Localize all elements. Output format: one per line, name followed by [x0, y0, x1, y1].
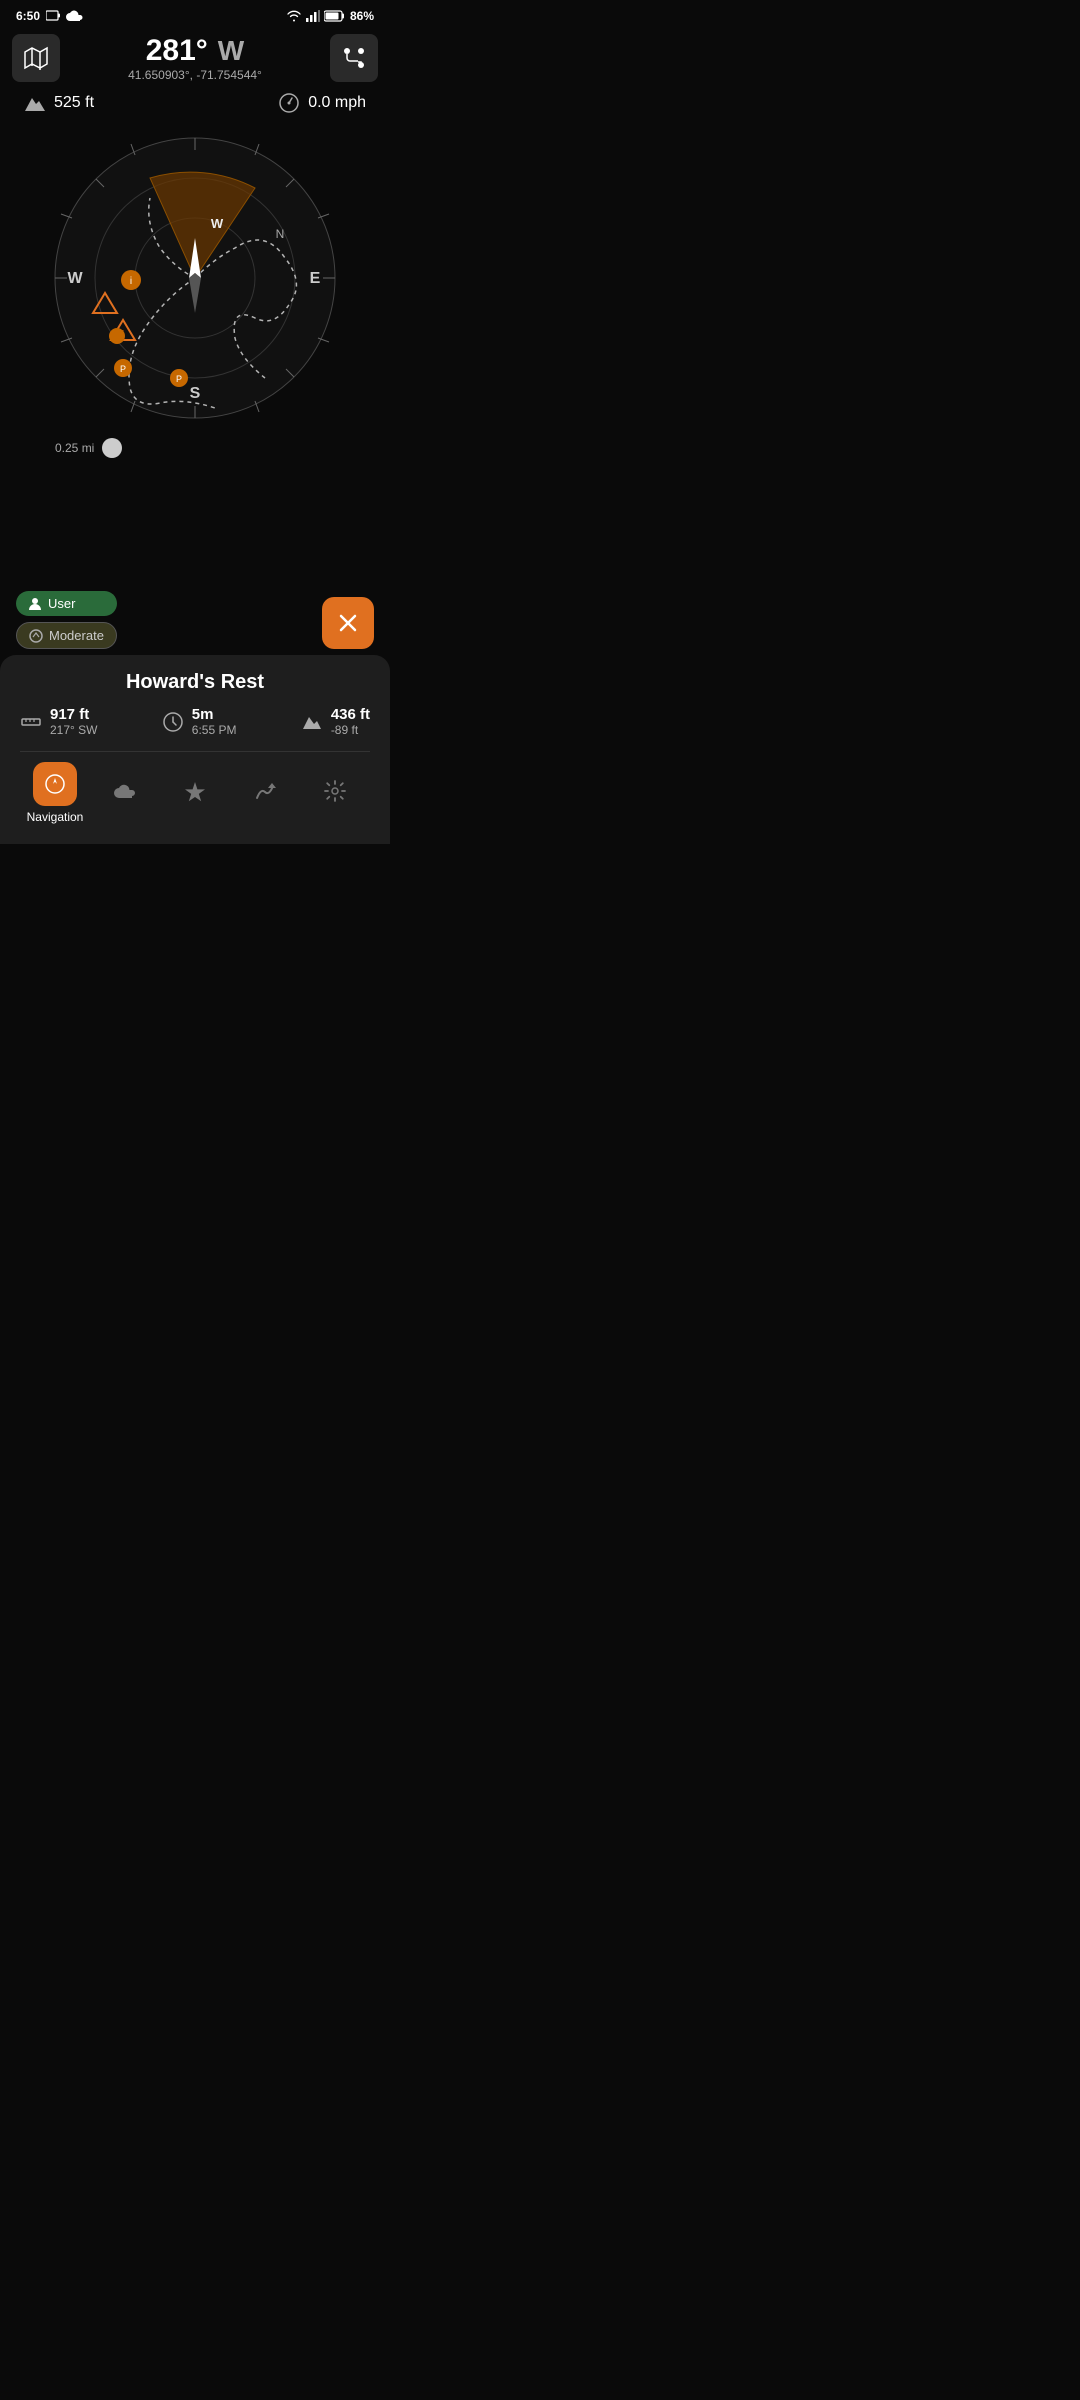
- route-icon: [341, 45, 367, 71]
- panel-stats: 917 ft 217° SW 5m 6:55 PM 436 ft -89 f: [20, 706, 370, 751]
- nav-settings-icon-wrap: [313, 769, 357, 813]
- svg-text:W: W: [67, 270, 83, 287]
- eta-value: 5m: [192, 706, 237, 723]
- heading-block: 281° W 41.650903°, -71.754544°: [128, 34, 262, 82]
- eta-info: 5m 6:55 PM: [192, 706, 237, 737]
- panel-title: Howard's Rest: [20, 671, 370, 694]
- ruler-icon: [20, 711, 42, 733]
- elevation-gain: -89 ft: [331, 723, 370, 737]
- cloud-nav-icon: [112, 780, 138, 802]
- user-icon: [28, 597, 42, 611]
- map-icon: [24, 46, 48, 70]
- status-bar: 6:50 86%: [0, 0, 390, 28]
- stats-row: 525 ft 0.0 mph: [0, 88, 390, 118]
- svg-text:E: E: [310, 270, 321, 287]
- panel-eta: 5m 6:55 PM: [162, 706, 237, 737]
- eta-time: 6:55 PM: [192, 723, 237, 737]
- close-icon: [337, 612, 359, 634]
- elevation-stat: 525 ft: [24, 94, 94, 112]
- moon-indicator: [102, 438, 122, 458]
- user-label: User: [48, 596, 75, 611]
- close-button[interactable]: [322, 597, 374, 649]
- panel-elevation: 436 ft -89 ft: [301, 706, 370, 737]
- nav-trail-icon-wrap: [243, 769, 287, 813]
- compass-svg: S E W W N ! i P P: [45, 128, 345, 428]
- svg-text:N: N: [276, 227, 285, 241]
- speed-icon: [278, 92, 300, 114]
- route-button[interactable]: [330, 34, 378, 82]
- scale-value: 0.25 mi: [55, 441, 94, 455]
- difficulty-badge[interactable]: Moderate: [16, 622, 117, 649]
- heading-direction: W: [218, 35, 244, 67]
- heading-degrees: 281°: [146, 34, 208, 68]
- time-display: 6:50: [16, 9, 40, 23]
- distance-value: 917 ft: [50, 706, 97, 723]
- speed-stat: 0.0 mph: [278, 92, 366, 114]
- nav-weather[interactable]: [95, 769, 155, 817]
- panel-distance: 917 ft 217° SW: [20, 706, 97, 737]
- svg-text:S: S: [190, 385, 201, 402]
- elevation-value: 525 ft: [54, 94, 94, 112]
- header: 281° W 41.650903°, -71.754544°: [0, 28, 390, 88]
- elevation-icon: [301, 711, 323, 733]
- svg-text:W: W: [211, 216, 224, 231]
- nav-navigation-label: Navigation: [27, 810, 84, 824]
- nav-waypoint[interactable]: [165, 769, 225, 817]
- battery-icon: [324, 10, 346, 22]
- battery-percent: 86%: [350, 9, 374, 23]
- info-panel: Howard's Rest 917 ft 217° SW 5m: [0, 655, 390, 844]
- difficulty-label: Moderate: [49, 628, 104, 643]
- user-badge[interactable]: User: [16, 591, 117, 616]
- coordinates: 41.650903°, -71.754544°: [128, 68, 262, 82]
- svg-text:i: i: [130, 276, 132, 287]
- bearing-value: 217° SW: [50, 723, 97, 737]
- signal-icon: [306, 10, 320, 22]
- svg-text:P: P: [120, 364, 126, 374]
- map-button[interactable]: [12, 34, 60, 82]
- nav-waypoint-icon-wrap: [173, 769, 217, 813]
- trail-nav-icon: [254, 780, 276, 802]
- svg-text:P: P: [176, 374, 182, 384]
- clock-icon: [162, 711, 184, 733]
- star-nav-icon: [184, 780, 206, 802]
- action-area: User Moderate: [0, 591, 390, 649]
- distance-info: 917 ft 217° SW: [50, 706, 97, 737]
- nav-settings[interactable]: [305, 769, 365, 817]
- bottom-nav: Navigation: [20, 751, 370, 844]
- speed-value: 0.0 mph: [308, 94, 366, 112]
- mountain-icon: [24, 94, 46, 112]
- gear-nav-icon: [324, 780, 346, 802]
- cloud-icon: [66, 10, 84, 22]
- nav-navigation[interactable]: Navigation: [25, 762, 85, 824]
- nav-navigation-icon-wrap: [33, 762, 77, 806]
- wifi-icon: [286, 10, 302, 22]
- nav-weather-icon-wrap: [103, 769, 147, 813]
- tablet-icon: [46, 10, 60, 22]
- elevation-info: 436 ft -89 ft: [331, 706, 370, 737]
- scale-label: 0.25 mi: [55, 438, 122, 458]
- compass-section: S E W W N ! i P P: [0, 128, 390, 458]
- compass: S E W W N ! i P P: [45, 128, 345, 428]
- difficulty-icon: [29, 629, 43, 643]
- nav-trail[interactable]: [235, 769, 295, 817]
- panel-elevation-value: 436 ft: [331, 706, 370, 723]
- compass-nav-icon: [44, 773, 66, 795]
- badge-group: User Moderate: [16, 591, 117, 649]
